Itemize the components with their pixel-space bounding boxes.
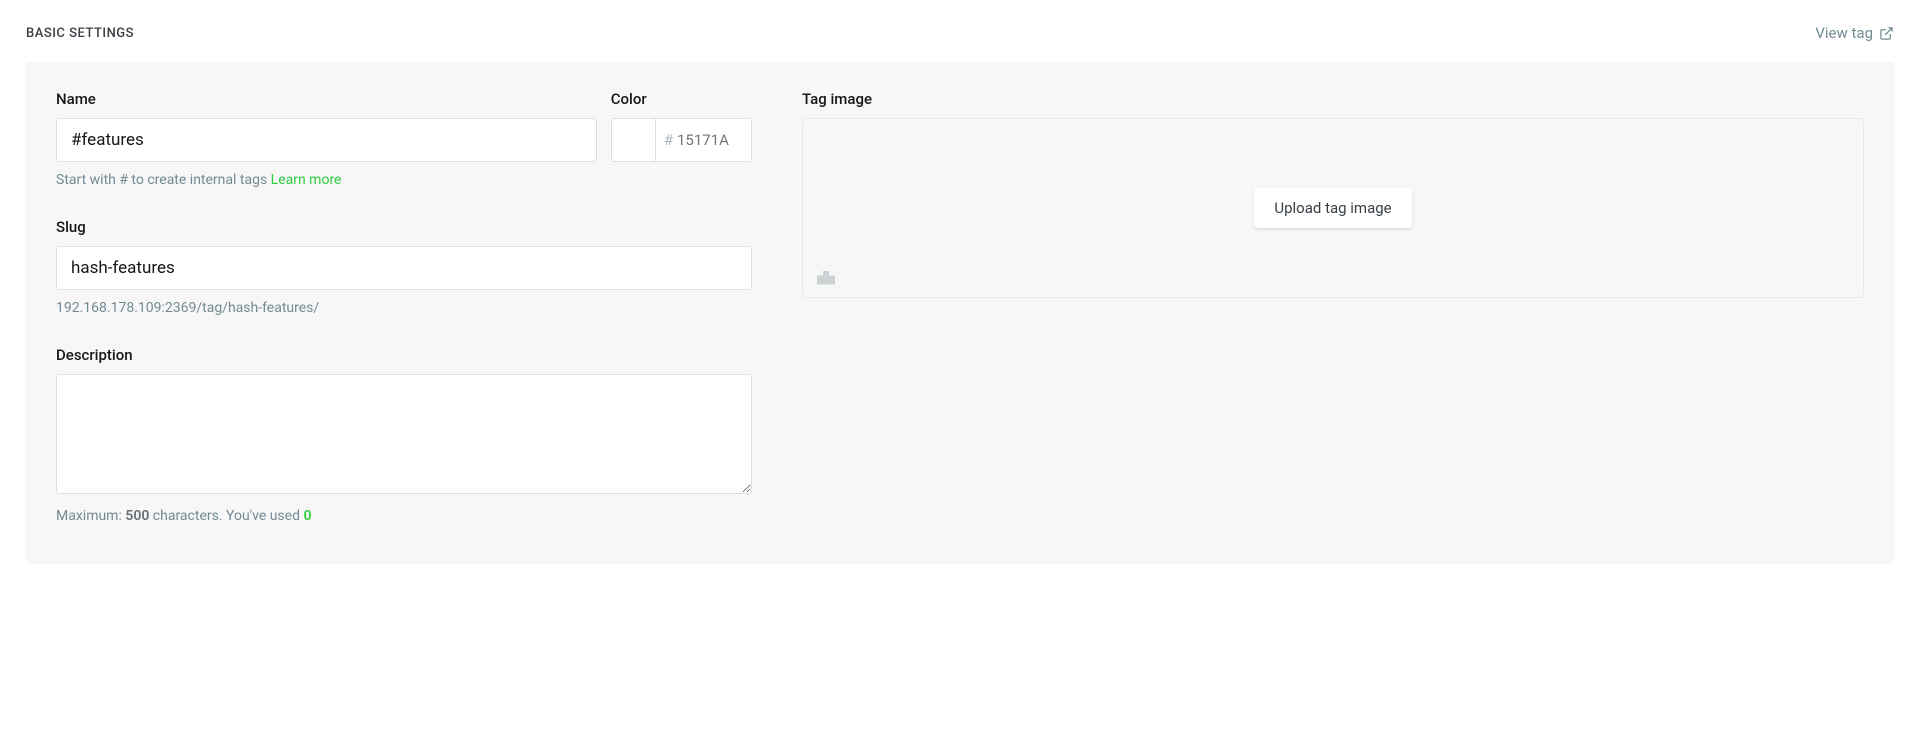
hash-prefix: # xyxy=(656,119,673,161)
section-title: BASIC SETTINGS xyxy=(26,26,134,41)
tag-image-label: Tag image xyxy=(802,90,1864,108)
learn-more-link[interactable]: Learn more xyxy=(271,172,342,188)
external-link-icon xyxy=(1879,26,1894,41)
name-label: Name xyxy=(56,90,597,108)
color-swatch[interactable] xyxy=(612,119,656,161)
color-input-group: # xyxy=(611,118,752,162)
settings-panel: Name Start with # to create internal tag… xyxy=(26,62,1894,564)
desc-hint-prefix: Maximum: xyxy=(56,508,125,524)
description-textarea[interactable] xyxy=(56,374,752,494)
view-tag-link[interactable]: View tag xyxy=(1815,24,1894,42)
color-label: Color xyxy=(611,90,752,108)
view-tag-label: View tag xyxy=(1815,24,1873,42)
slug-input[interactable] xyxy=(56,246,752,290)
tag-image-upload-zone[interactable]: Upload tag image xyxy=(802,118,1864,298)
description-label: Description xyxy=(56,346,752,364)
image-placeholder-icon xyxy=(817,269,835,285)
upload-tag-image-button[interactable]: Upload tag image xyxy=(1254,188,1411,228)
description-hint: Maximum: 500 characters. You've used 0 xyxy=(56,508,752,524)
name-hint-text: Start with # to create internal tags xyxy=(56,172,271,188)
desc-max: 500 xyxy=(125,508,149,524)
name-input[interactable] xyxy=(56,118,597,162)
slug-label: Slug xyxy=(56,218,752,236)
desc-hint-mid: characters. You've used xyxy=(149,508,303,524)
slug-url: 192.168.178.109:2369/tag/hash-features/ xyxy=(56,300,752,316)
name-hint: Start with # to create internal tags Lea… xyxy=(56,172,597,188)
color-hex-input[interactable] xyxy=(673,119,751,161)
desc-used-count: 0 xyxy=(303,508,311,524)
